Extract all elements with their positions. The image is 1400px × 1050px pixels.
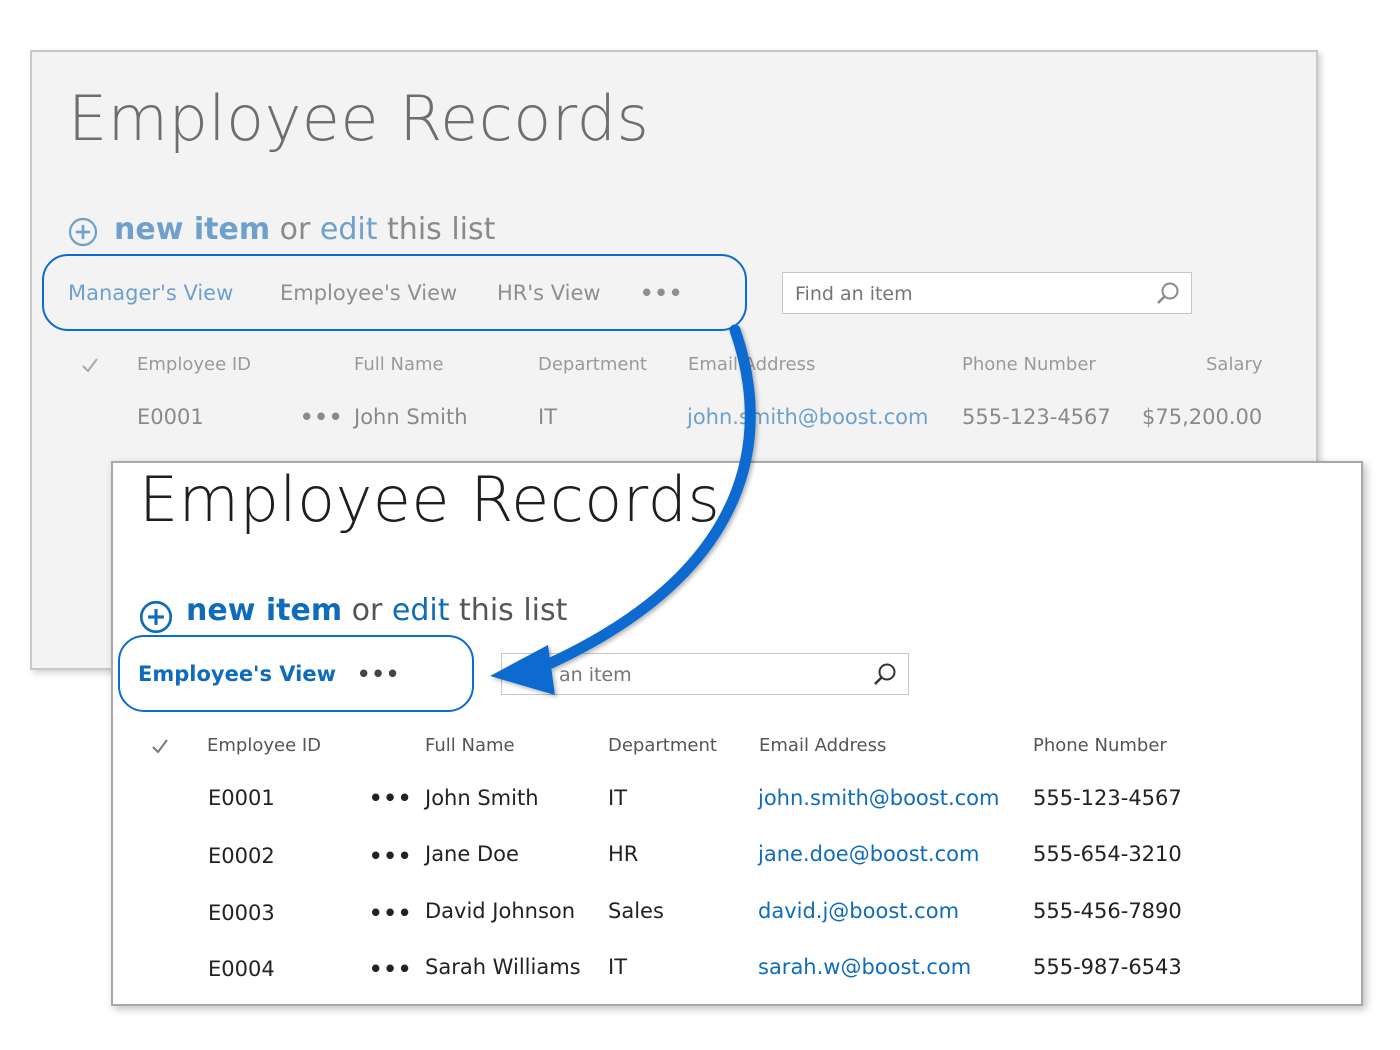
column-header-full-name[interactable]: Full Name bbox=[425, 735, 515, 756]
column-header-department[interactable]: Department bbox=[538, 354, 647, 375]
search-input[interactable] bbox=[512, 654, 841, 696]
column-header-email-address[interactable]: Email Address bbox=[688, 354, 815, 375]
row-more-button[interactable]: ••• bbox=[369, 957, 412, 981]
command-bar: new item or edit this list bbox=[186, 593, 567, 628]
row-more-button[interactable]: ••• bbox=[369, 844, 412, 868]
column-header-employee-id[interactable]: Employee ID bbox=[137, 354, 251, 375]
column-header-department[interactable]: Department bbox=[608, 735, 717, 756]
this-list-text: this list bbox=[387, 212, 496, 247]
search-input[interactable] bbox=[793, 273, 1124, 315]
cell-full-name[interactable]: John Smith bbox=[425, 786, 539, 810]
column-header-salary[interactable]: Salary bbox=[1206, 354, 1263, 375]
checkmark-icon[interactable] bbox=[150, 736, 170, 756]
new-item-link[interactable]: new item bbox=[114, 212, 270, 247]
cell-phone: 555-987-6543 bbox=[1033, 955, 1182, 979]
cell-full-name[interactable]: John Smith bbox=[354, 405, 468, 429]
cell-department: HR bbox=[608, 842, 639, 866]
column-header-employee-id[interactable]: Employee ID bbox=[207, 735, 321, 756]
cell-phone: 555-456-7890 bbox=[1033, 899, 1182, 923]
cell-email-link[interactable]: john.smith@boost.com bbox=[687, 405, 928, 429]
cell-email-link[interactable]: john.smith@boost.com bbox=[758, 786, 999, 810]
cell-full-name[interactable]: David Johnson bbox=[425, 899, 575, 923]
search-icon[interactable] bbox=[872, 662, 898, 688]
row-more-button[interactable]: ••• bbox=[369, 901, 412, 925]
plus-circle-icon[interactable] bbox=[139, 600, 173, 634]
cell-department: Sales bbox=[608, 899, 664, 923]
cell-employee-id: E0003 bbox=[208, 901, 275, 925]
this-list-text: this list bbox=[459, 593, 568, 628]
plus-circle-icon[interactable] bbox=[68, 217, 98, 247]
cell-employee-id: E0001 bbox=[208, 786, 275, 810]
cell-phone: 555-654-3210 bbox=[1033, 842, 1182, 866]
cell-phone: 555-123-4567 bbox=[1033, 786, 1182, 810]
cell-employee-id: E0004 bbox=[208, 957, 275, 981]
cell-department: IT bbox=[608, 786, 628, 810]
search-box[interactable] bbox=[782, 272, 1192, 315]
edit-link[interactable]: edit bbox=[392, 593, 450, 628]
cell-email-link[interactable]: sarah.w@boost.com bbox=[758, 955, 971, 979]
page-title: Employee Records bbox=[139, 463, 721, 536]
cell-employee-id: E0001 bbox=[137, 405, 204, 429]
cell-email-link[interactable]: david.j@boost.com bbox=[758, 899, 959, 923]
checkmark-icon[interactable] bbox=[80, 355, 100, 375]
or-text: or bbox=[351, 593, 383, 628]
views-highlight-outline bbox=[42, 254, 747, 331]
cell-salary: $75,200.00 bbox=[1142, 405, 1263, 429]
cell-phone: 555-123-4567 bbox=[962, 405, 1111, 429]
or-text: or bbox=[279, 212, 311, 247]
row-more-button[interactable]: ••• bbox=[300, 405, 343, 429]
column-header-phone-number[interactable]: Phone Number bbox=[1033, 735, 1167, 756]
views-highlight-outline bbox=[118, 635, 474, 712]
command-bar: new item or edit this list bbox=[114, 212, 495, 247]
page-title: Employee Records bbox=[68, 82, 650, 155]
cell-employee-id: E0002 bbox=[208, 844, 275, 868]
cell-department: IT bbox=[538, 405, 558, 429]
cell-full-name[interactable]: Jane Doe bbox=[425, 842, 519, 866]
cell-email-link[interactable]: jane.doe@boost.com bbox=[758, 842, 979, 866]
column-header-phone-number[interactable]: Phone Number bbox=[962, 354, 1096, 375]
employee-view-screenshot: Employee Records new item or edit this l… bbox=[111, 461, 1363, 1006]
row-more-button[interactable]: ••• bbox=[369, 786, 412, 810]
cell-department: IT bbox=[608, 955, 628, 979]
column-header-email-address[interactable]: Email Address bbox=[759, 735, 886, 756]
cell-full-name[interactable]: Sarah Williams bbox=[425, 955, 581, 979]
search-box[interactable] bbox=[501, 653, 909, 696]
edit-link[interactable]: edit bbox=[320, 212, 378, 247]
search-icon[interactable] bbox=[1155, 281, 1181, 307]
new-item-link[interactable]: new item bbox=[186, 593, 342, 628]
column-header-full-name[interactable]: Full Name bbox=[354, 354, 444, 375]
